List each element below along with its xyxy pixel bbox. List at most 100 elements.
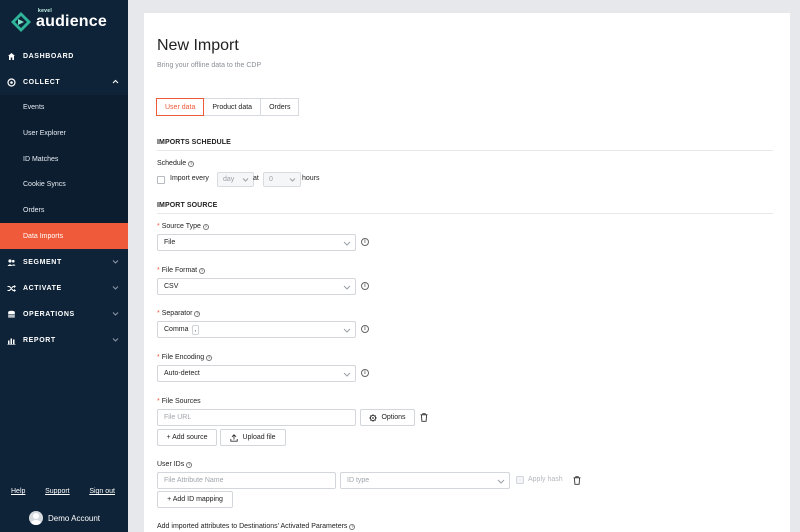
file-encoding-value: Auto-detect [164,370,200,377]
apply-hash-label: Apply hash [528,476,563,483]
help-icon[interactable]: ? [206,354,213,361]
sidebar-item-segment[interactable]: SEGMENT [0,249,128,275]
info-icon[interactable]: i [361,325,369,333]
schedule-hour-select[interactable]: 0 [263,172,301,187]
page-subtitle: Bring your offline data to the CDP [157,62,262,69]
schedule-label-text: Schedule [157,160,187,167]
chevron-down-icon [242,178,249,182]
sidebar-item-orders[interactable]: Orders [0,198,128,224]
chevron-down-icon [112,286,119,290]
chevron-down-icon [343,372,351,377]
upload-icon [230,433,239,442]
sidebar-nav: DASHBOARD COLLECT Events User Explorer I… [0,43,128,353]
id-type-placeholder: ID type [347,477,370,484]
trash-icon[interactable] [420,413,428,422]
avatar [29,511,43,525]
sidebar-item-id-matches[interactable]: ID Matches [0,146,128,172]
brand-name: audience [36,13,107,30]
chevron-down-icon [497,479,505,484]
destinations-label: Add imported attributes to Destinations'… [157,523,356,530]
logo[interactable]: kevel audience [10,8,107,34]
help-icon[interactable]: ? [194,310,201,317]
file-encoding-label-text: File Encoding [161,354,205,361]
account-menu[interactable]: Demo Account [29,511,100,525]
schedule-label: Schedule ? [157,160,195,167]
sign-out-link[interactable]: Sign out [89,488,115,495]
file-encoding-select[interactable]: Auto-detect [157,365,356,382]
help-link[interactable]: Help [11,488,25,495]
sidebar-item-data-imports[interactable]: Data Imports [0,223,128,250]
sidebar-item-operations[interactable]: OPERATIONS [0,301,128,327]
sidebar-item-dashboard[interactable]: DASHBOARD [0,43,128,69]
tab-user-data[interactable]: User data [156,98,205,116]
sidebar-item-collect[interactable]: COLLECT [0,69,128,95]
info-icon[interactable]: i [361,282,369,290]
divider [157,150,773,151]
upload-file-button[interactable]: Upload file [220,429,286,446]
file-format-value: CSV [164,283,179,290]
import-every-checkbox[interactable] [157,176,165,184]
separator-select[interactable]: Comma , [157,321,356,338]
gear-icon [369,413,378,422]
source-type-select[interactable]: File [157,234,356,251]
home-icon [7,52,16,61]
file-format-select[interactable]: CSV [157,278,356,295]
sidebar-item-report[interactable]: REPORT [0,327,128,353]
info-icon[interactable]: i [361,369,369,377]
chevron-down-icon [112,260,119,264]
users-icon [7,258,16,267]
chevron-down-icon [112,312,119,316]
main-card: New Import Bring your offline data to th… [144,13,790,532]
sidebar-item-cookie-syncs[interactable]: Cookie Syncs [0,172,128,198]
brand-small: kevel [38,8,53,14]
file-url-input[interactable]: File URL [157,409,356,426]
tab-orders[interactable]: Orders [260,98,300,116]
hours-label: hours [302,175,320,182]
sidebar-item-label: REPORT [23,336,56,344]
apply-hash-checkbox[interactable] [516,476,524,484]
file-attribute-name-input[interactable]: File Attribute Name [157,472,336,489]
database-icon [7,310,16,319]
support-link[interactable]: Support [45,488,70,495]
tab-product-data[interactable]: Product data [203,98,262,116]
trash-icon[interactable] [573,476,581,485]
sidebar-item-activate[interactable]: ACTIVATE [0,275,128,301]
logo-mark-icon [11,12,31,32]
help-icon[interactable]: ? [202,223,209,230]
upload-file-label: Upload file [242,434,276,441]
separator-label: * Separator? [157,310,201,317]
section-import-source: IMPORT SOURCE [157,202,218,209]
at-label: at [253,175,259,182]
file-format-label-text: File Format [161,267,198,274]
info-icon[interactable]: i [361,238,369,246]
sidebar-item-events[interactable]: Events [0,95,128,121]
import-every-label: Import every [170,175,209,182]
sidebar-item-label: DASHBOARD [23,52,74,60]
chevron-down-icon [343,328,351,333]
sidebar-links: Help Support Sign out [0,488,128,495]
help-icon[interactable]: ? [186,461,193,468]
collect-submenu: Events User Explorer ID Matches Cookie S… [0,95,128,250]
options-button[interactable]: Options [360,409,415,426]
help-icon[interactable]: ? [349,523,356,530]
source-type-label: * Source Type? [157,223,209,230]
add-source-button[interactable]: + Add source [157,429,217,446]
chevron-down-icon [343,241,351,246]
sidebar-item-label: SEGMENT [23,258,62,266]
help-icon[interactable]: ? [199,267,206,274]
schedule-unit-select[interactable]: day [217,172,254,187]
chevron-down-icon [289,178,296,182]
separator-label-text: Separator [161,310,193,317]
sidebar-item-user-explorer[interactable]: User Explorer [0,121,128,147]
target-icon [7,77,16,87]
destinations-label-text: Add imported attributes to Destinations'… [157,523,348,530]
add-id-mapping-button[interactable]: + Add ID mapping [157,491,233,508]
help-icon[interactable]: ? [188,160,195,167]
id-type-select[interactable]: ID type [340,472,510,489]
sidebar: kevel audience DASHBOARD COLLECT Events … [0,0,128,532]
bar-chart-icon [7,336,16,345]
file-encoding-label: * File Encoding? [157,354,213,361]
section-imports-schedule: IMPORTS SCHEDULE [157,139,231,146]
separator-value: Comma [164,326,189,333]
source-type-value: File [164,239,176,246]
